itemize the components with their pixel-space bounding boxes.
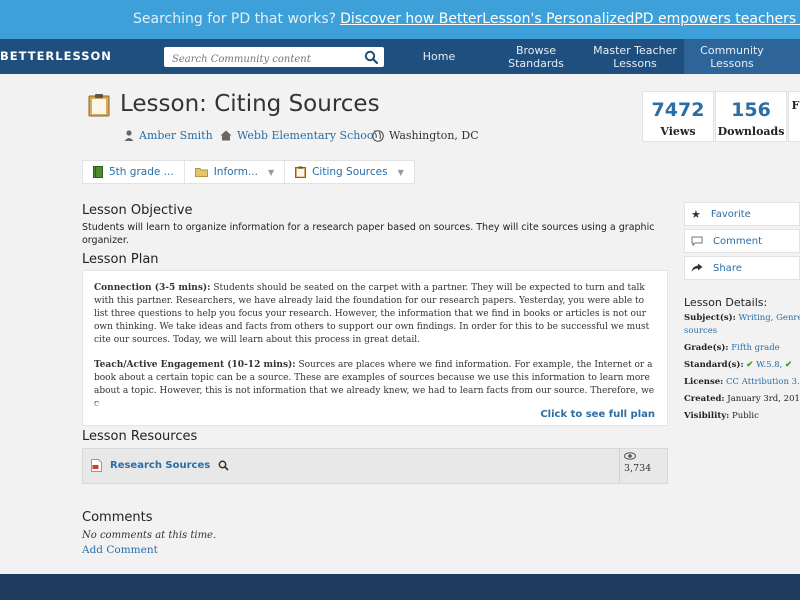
- lesson-details: Lesson Details: Subject(s): Writing, Gen…: [684, 296, 800, 427]
- promo-banner: Searching for PD that works? Discover how…: [0, 0, 800, 39]
- comment-button[interactable]: Comment: [684, 229, 800, 253]
- crumb-unit[interactable]: Inform... ▼: [185, 161, 286, 183]
- crumb-lesson-label: Citing Sources: [312, 166, 388, 178]
- full-plan-link[interactable]: Click to see full plan: [540, 408, 655, 421]
- author-link[interactable]: Amber Smith: [139, 129, 213, 142]
- promo-link[interactable]: Discover how BetterLesson's Personalized…: [340, 11, 800, 27]
- resource-item: Research Sources: [91, 459, 229, 472]
- location: Washington, DC: [372, 129, 479, 142]
- top-nav: BETTERLESSON Home Browse Standards Maste…: [0, 39, 800, 74]
- school: Webb Elementary School: [220, 129, 377, 142]
- book-icon: [93, 166, 103, 178]
- resources-heading: Lesson Resources: [82, 429, 198, 444]
- add-comment-link[interactable]: Add Comment: [82, 544, 158, 556]
- downloads-label: Downloads: [717, 125, 785, 138]
- stat-views: 7472 Views: [642, 91, 714, 142]
- crumb-unit-label: Inform...: [213, 166, 258, 178]
- check-icon: ✔: [746, 360, 754, 370]
- chevron-down-icon: ▼: [267, 167, 275, 177]
- logo[interactable]: BETTERLESSON: [0, 39, 112, 74]
- details-grades: Grade(s): Fifth grade: [684, 342, 800, 355]
- stat-downloads: 156 Downloads: [715, 91, 787, 142]
- pdf-icon: [91, 459, 102, 472]
- breadcrumb: 5th grade ... Inform... ▼ Citing Sources…: [82, 160, 415, 184]
- subjects-link[interactable]: Writing, Genre, r: [739, 313, 800, 323]
- share-button[interactable]: Share: [684, 256, 800, 280]
- page-title: Lesson: Citing Sources: [120, 91, 380, 117]
- crumb-grade[interactable]: 5th grade ...: [83, 161, 185, 183]
- comment-icon: [691, 236, 703, 246]
- footer: [0, 574, 800, 600]
- details-visibility: Visibility: Public: [684, 410, 800, 423]
- license-link[interactable]: CC Attribution 3.0: [726, 377, 800, 387]
- plan-teach-title: Teach/Active Engagement (10-12 mins):: [94, 360, 296, 370]
- details-heading: Lesson Details:: [684, 296, 768, 309]
- stats-panel: 7472 Views 156 Downloads F: [642, 91, 800, 142]
- license-label: License:: [684, 377, 724, 387]
- resource-row: Research Sources 3,734: [82, 448, 668, 484]
- school-link[interactable]: Webb Elementary School: [237, 129, 377, 142]
- crumb-lesson[interactable]: Citing Sources ▼: [285, 161, 414, 183]
- clipboard-icon: [295, 166, 307, 178]
- visibility-label: Visibility:: [684, 411, 730, 421]
- magnifier-icon[interactable]: [218, 460, 229, 471]
- author: Amber Smith: [124, 129, 213, 142]
- created-value: January 3rd, 2011: [727, 394, 800, 404]
- resource-views: 3,734: [619, 449, 667, 483]
- favorites-label: F: [791, 99, 800, 112]
- search-box: [164, 47, 384, 70]
- globe-icon: [372, 129, 384, 142]
- details-created: Created: January 3rd, 2011: [684, 393, 800, 406]
- stat-favorites: F: [788, 91, 800, 142]
- no-comments-text: No comments at this time.: [82, 530, 217, 541]
- action-panel: ★ Favorite Comment Share: [684, 202, 800, 283]
- comment-label: Comment: [713, 235, 762, 247]
- visibility-value: Public: [732, 411, 759, 421]
- chevron-down-icon: ▼: [397, 167, 404, 177]
- nav-more[interactable]: [780, 39, 800, 74]
- nav-browse-standards[interactable]: Browse Standards: [496, 39, 576, 74]
- downloads-count: 156: [731, 99, 771, 121]
- objective-heading: Lesson Objective: [82, 203, 193, 218]
- share-icon: [691, 263, 703, 272]
- comments-heading: Comments: [82, 510, 153, 525]
- search-icon[interactable]: [364, 50, 378, 64]
- user-icon: [124, 130, 134, 141]
- share-label: Share: [713, 262, 742, 274]
- standards-link[interactable]: W.5.8,: [756, 360, 782, 370]
- check-icon: ✔: [785, 360, 793, 370]
- favorite-label: Favorite: [710, 208, 751, 220]
- details-subjects: Subject(s): Writing, Genre, r sources: [684, 312, 800, 338]
- favorite-button[interactable]: ★ Favorite: [684, 202, 800, 226]
- views-count: 7472: [651, 99, 705, 121]
- objective-text: Students will learn to organize informat…: [82, 222, 655, 246]
- plan-connection-title: Connection (3-5 mins):: [94, 283, 211, 293]
- crumb-grade-label: 5th grade ...: [109, 166, 174, 178]
- lesson-plan-preview: Connection (3-5 mins): Students should b…: [82, 270, 668, 426]
- eye-icon: [624, 452, 636, 460]
- details-standards: Standard(s): ✔ W.5.8, ✔: [684, 359, 800, 372]
- home-icon: [220, 130, 232, 141]
- clipboard-icon: [88, 94, 110, 117]
- nav-community-lessons[interactable]: Community Lessons: [684, 39, 780, 74]
- plan-heading: Lesson Plan: [82, 252, 159, 267]
- standards-label: Standard(s):: [684, 360, 744, 370]
- subjects-label: Subject(s):: [684, 313, 736, 323]
- search-input[interactable]: [164, 49, 354, 70]
- resource-link[interactable]: Research Sources: [110, 460, 210, 471]
- plan-connection: Connection (3-5 mins): Students should b…: [94, 282, 655, 347]
- nav-master-teacher-lessons[interactable]: Master Teacher Lessons: [588, 39, 682, 74]
- promo-text: Searching for PD that works?: [133, 11, 337, 27]
- subjects-link-cont[interactable]: sources: [684, 326, 717, 336]
- grades-link[interactable]: Fifth grade: [731, 343, 779, 353]
- folder-icon: [194, 168, 208, 177]
- star-icon: ★: [691, 207, 701, 221]
- resource-views-count: 3,734: [624, 463, 652, 474]
- grades-label: Grade(s):: [684, 343, 729, 353]
- views-label: Views: [660, 125, 696, 138]
- created-label: Created:: [684, 394, 725, 404]
- details-license: License: CC Attribution 3.0: [684, 376, 800, 389]
- location-text: Washington, DC: [389, 129, 479, 142]
- nav-home[interactable]: Home: [402, 39, 476, 74]
